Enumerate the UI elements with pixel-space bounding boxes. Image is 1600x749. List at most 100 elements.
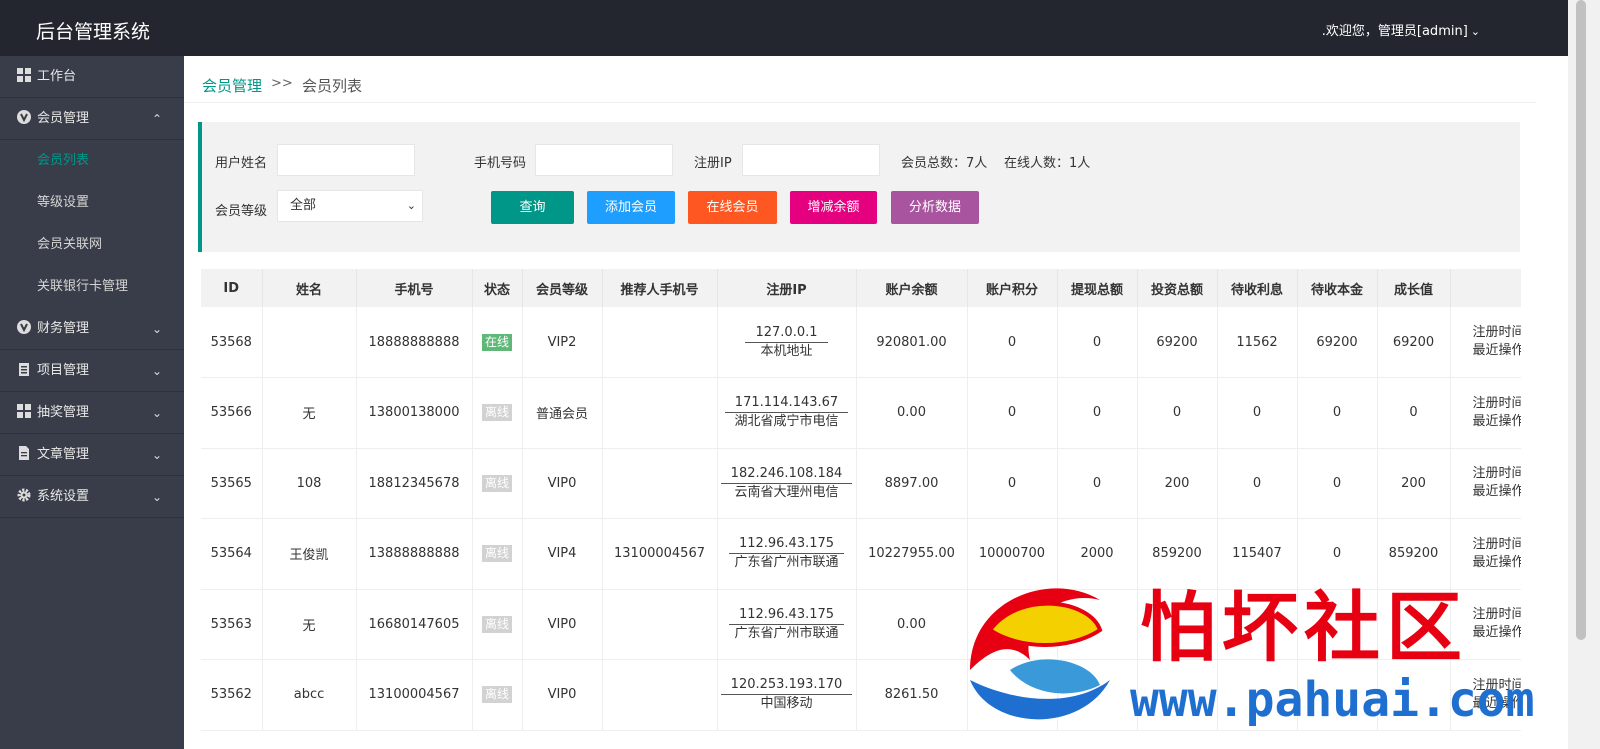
- user-label: .欢迎您，管理员[admin]: [1321, 24, 1468, 39]
- sidebar-item-dashboard[interactable]: 工作台: [0, 56, 184, 98]
- clipboard-icon: [19, 363, 29, 376]
- register-time-label: 注册时间: [1472, 395, 1522, 411]
- cell-pending-interest: 115407: [1217, 518, 1298, 590]
- cell-withdraw-total: 2000: [1057, 518, 1138, 590]
- ip-address: 120.253.193.170: [720, 676, 853, 696]
- sidebar-item-projects[interactable]: 项目管理 ⌄: [0, 350, 184, 392]
- cell-pending-principal: 0: [1297, 377, 1378, 449]
- status-badge: 离线: [481, 545, 512, 563]
- ip-input[interactable]: [742, 144, 880, 176]
- cell-points: [967, 659, 1058, 731]
- cell-level: VIP4: [522, 518, 603, 590]
- cell-points: 10000700: [967, 518, 1058, 590]
- cell-id: 53562: [201, 659, 263, 731]
- level-select-value: 全部: [290, 198, 317, 213]
- v-badge-icon: [17, 320, 31, 334]
- add-member-button[interactable]: 添加会员: [587, 191, 675, 224]
- cell-invest-total: 0: [1137, 377, 1218, 449]
- phone-input[interactable]: [535, 144, 673, 176]
- cell-pending-principal: 69200: [1297, 307, 1378, 378]
- sidebar-item-members[interactable]: 会员管理 ⌃: [0, 98, 184, 140]
- cell-level: VIP0: [522, 659, 603, 731]
- cell-growth: [1377, 659, 1451, 731]
- cell-times: 注册时间 最近操作: [1450, 659, 1521, 731]
- cell-pending-interest: 0: [1217, 448, 1298, 519]
- cell-balance: 0.00: [856, 377, 968, 449]
- cell-growth: 69200: [1377, 307, 1451, 378]
- cell-withdraw-total: [1057, 589, 1138, 660]
- column-header: 手机号: [356, 269, 473, 307]
- table-row: 53563 无 16680147605 离线 VIP0 112.96.43.175 广东省广…: [201, 589, 1521, 660]
- chevron-down-icon: ⌄: [151, 448, 162, 462]
- cell-register-ip: 182.246.108.184 云南省大理州电信: [717, 448, 857, 519]
- ip-block: 182.246.108.184 云南省大理州电信: [720, 465, 853, 502]
- sidebar-sub-member-list[interactable]: 会员列表: [0, 140, 184, 182]
- cell-pending-principal: 0: [1297, 518, 1378, 590]
- cell-status: 离线: [472, 518, 523, 590]
- sidebar-item-articles[interactable]: 文章管理 ⌄: [0, 434, 184, 476]
- register-time-label: 注册时间: [1472, 466, 1522, 482]
- sidebar-item-finance[interactable]: 财务管理 ⌄: [0, 308, 184, 350]
- sidebar-sub-bank-cards[interactable]: 关联银行卡管理: [0, 266, 184, 308]
- ip-location: 本机地址: [760, 343, 813, 359]
- last-action-label: 最近操作: [1472, 484, 1522, 500]
- ip-location: 中国移动: [760, 696, 813, 712]
- query-button[interactable]: 查询: [491, 191, 574, 224]
- cell-register-ip: 127.0.0.1 本机地址: [717, 307, 857, 378]
- breadcrumb-current: 会员列表: [302, 77, 363, 95]
- chevron-down-icon: ⌄: [151, 490, 162, 504]
- member-table: ID 姓名 手机号 状态 会员等级 推荐人手机号 注册IP 账户余额 账户积分 提现总额 投资总额待…: [201, 269, 1521, 731]
- cell-invest-total: [1137, 589, 1218, 660]
- username-input[interactable]: [277, 144, 415, 176]
- chevron-down-icon: ⌄: [151, 322, 162, 336]
- chevron-down-icon: ⌄: [151, 364, 162, 378]
- level-select[interactable]: 全部 ⌄: [277, 190, 423, 222]
- scrollbar-thumb[interactable]: [1576, 0, 1586, 640]
- online-members-button[interactable]: 在线会员: [688, 191, 777, 224]
- cell-phone: 13100004567: [356, 659, 473, 731]
- column-header: 提现总额: [1057, 269, 1138, 307]
- top-header: 后台管理系统 .欢迎您，管理员[admin] ⌄: [0, 0, 1568, 56]
- member-table-container: ID 姓名 手机号 状态 会员等级 推荐人手机号 注册IP 账户余额 账户积分 提现总额 投资总额待…: [201, 269, 1521, 749]
- column-header: 状态: [472, 269, 523, 307]
- cell-status: 离线: [472, 659, 523, 731]
- last-action-label: 最近操作: [1472, 554, 1522, 570]
- breadcrumb-parent[interactable]: 会员管理: [202, 75, 262, 96]
- sidebar-item-lottery[interactable]: 抽奖管理 ⌄: [0, 392, 184, 434]
- cell-referrer-phone: 13100004567: [602, 518, 718, 590]
- cell-phone: 18812345678: [356, 448, 473, 519]
- cell-name: 108: [262, 448, 357, 519]
- cell-id: 53565: [201, 448, 263, 519]
- cell-points: 0: [967, 377, 1058, 449]
- online-total: 在线人数：1人: [1004, 156, 1091, 171]
- cell-points: 0: [967, 307, 1058, 378]
- column-header: 推荐人手机号: [602, 269, 718, 307]
- cell-id: 53568: [201, 307, 263, 378]
- analyze-data-button[interactable]: 分析数据: [891, 191, 979, 224]
- ip-location: 云南省大理州电信: [734, 484, 839, 500]
- adjust-balance-button[interactable]: 增减余额: [790, 191, 877, 224]
- user-menu[interactable]: .欢迎您，管理员[admin] ⌄: [1322, 20, 1480, 39]
- cell-register-ip: 120.253.193.170 中国移动: [717, 659, 857, 731]
- sidebar-item-settings[interactable]: 系统设置 ⌄: [0, 476, 184, 518]
- cell-withdraw-total: 0: [1057, 448, 1138, 519]
- cell-name: [262, 307, 357, 378]
- cell-invest-total: 859200: [1137, 518, 1218, 590]
- grid-icon: [17, 404, 31, 418]
- cell-pending-principal: [1297, 589, 1378, 660]
- register-time-label: 注册时间: [1472, 325, 1522, 340]
- table-header-row: ID 姓名 手机号 状态 会员等级 推荐人手机号 注册IP 账户余额 账户积分 提现总额 投资总额待…: [201, 269, 1521, 307]
- status-badge: 离线: [481, 615, 512, 633]
- sidebar-sub-level-settings[interactable]: 等级设置: [0, 182, 184, 224]
- cell-pending-principal: [1297, 659, 1378, 731]
- page-scrollbar[interactable]: [1568, 0, 1600, 749]
- sidebar-item-label: 会员管理: [37, 111, 90, 126]
- chevron-up-icon: ⌃: [151, 112, 162, 126]
- sidebar-sub-member-network[interactable]: 会员关联网: [0, 224, 184, 266]
- sidebar-item-label: 工作台: [37, 69, 77, 84]
- cell-pending-principal: 0: [1297, 448, 1378, 519]
- cell-balance: 0.00: [856, 589, 968, 660]
- cell-points: 0: [967, 448, 1058, 519]
- status-badge: 离线: [481, 686, 512, 704]
- last-action-label: 最近操作: [1472, 625, 1522, 641]
